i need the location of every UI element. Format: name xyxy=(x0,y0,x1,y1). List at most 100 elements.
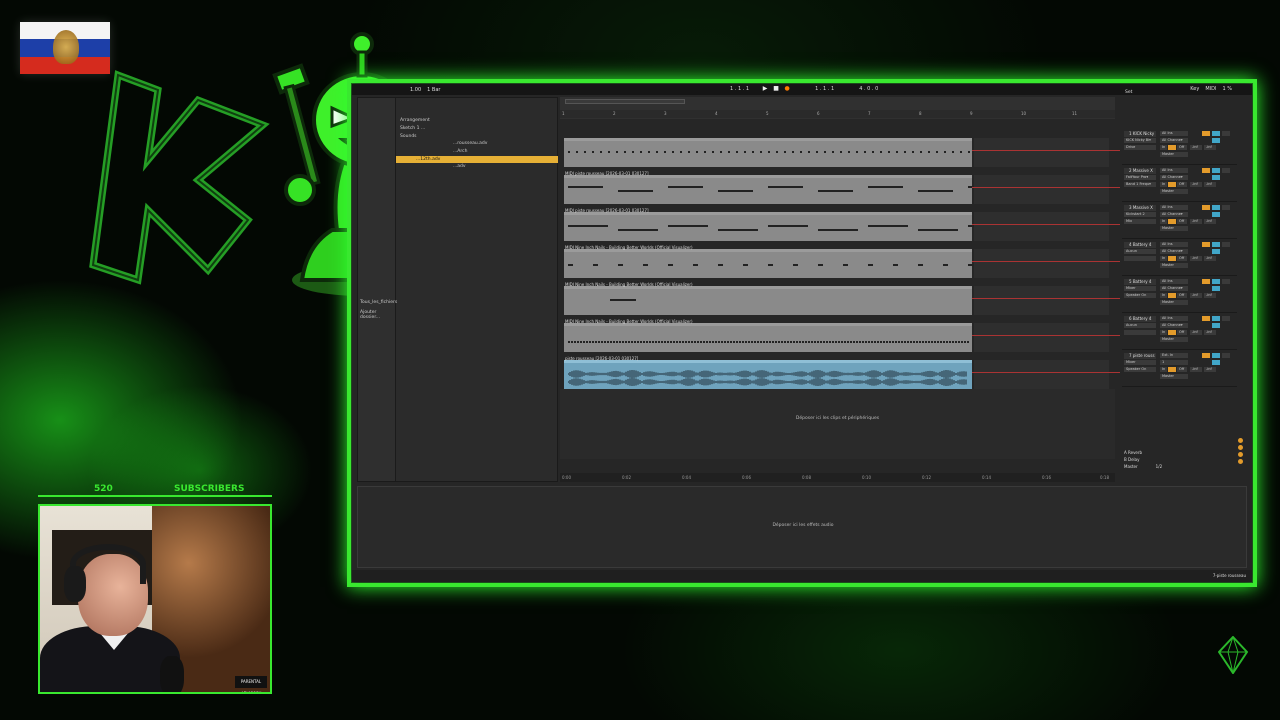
solo-button[interactable] xyxy=(1212,316,1220,321)
track-name-header[interactable]: 4 Battery 4 xyxy=(1124,242,1156,248)
param-select[interactable]: Speaker On xyxy=(1124,293,1156,298)
play-icon[interactable]: ▶ xyxy=(762,86,768,92)
output-select[interactable]: Master xyxy=(1160,337,1188,342)
monitor-in[interactable]: In xyxy=(1160,330,1167,335)
return-track-a[interactable]: A Reverb xyxy=(1124,450,1142,456)
empty-lane[interactable] xyxy=(974,212,1109,241)
input-type-select[interactable]: Ext. In xyxy=(1160,353,1188,358)
midi-clip[interactable] xyxy=(564,249,973,278)
arm-button[interactable] xyxy=(1222,353,1230,358)
monitor-off[interactable]: Off xyxy=(1177,256,1187,261)
arm-button[interactable] xyxy=(1222,168,1230,173)
record-icon[interactable]: ● xyxy=(784,86,790,92)
loop-length[interactable]: 4 . 0 . 0 xyxy=(859,86,878,92)
mixer-track-row[interactable]: 4 Battery 4 All Ins Aucun All Channe▾ In Off M… xyxy=(1122,241,1237,276)
volume-readout[interactable]: -inf xyxy=(1190,256,1202,261)
track-name-header[interactable]: 1 KICK Nicky xyxy=(1124,131,1156,137)
volume-readout[interactable]: -inf xyxy=(1190,219,1202,224)
empty-lane[interactable] xyxy=(974,175,1109,204)
midi-clip[interactable] xyxy=(564,138,972,167)
monitor-in[interactable]: In xyxy=(1160,145,1167,150)
empty-lane[interactable] xyxy=(974,323,1109,352)
input-type-select[interactable]: All Ins xyxy=(1160,242,1188,247)
browser-place-all-files[interactable]: Tous_les_fichiers xyxy=(360,300,397,305)
input-channel-select[interactable]: 1 xyxy=(1160,360,1188,365)
toggle-dot[interactable] xyxy=(1238,452,1243,457)
volume-readout[interactable]: -inf xyxy=(1190,182,1202,187)
mixer-track-row[interactable]: 7 piste rouss Ext. In Mixer 1 Speaker On In Of… xyxy=(1122,352,1237,387)
empty-lane[interactable] xyxy=(974,138,1109,167)
midi-track-lane[interactable]: MIDI piste rousseau [2026-03-01 030127] xyxy=(564,208,1120,241)
song-position[interactable]: 1 . 1 . 1 xyxy=(730,86,749,92)
monitor-in[interactable]: In xyxy=(1160,293,1167,298)
pan-readout[interactable]: -inf xyxy=(1204,145,1216,150)
midi-track-lane[interactable]: MIDI Nine Inch Nails - Building Better W… xyxy=(564,282,1120,315)
monitor-button[interactable] xyxy=(1212,212,1220,217)
param-select[interactable]: Mix xyxy=(1124,219,1156,224)
monitor-button[interactable] xyxy=(1212,286,1220,291)
param-select[interactable] xyxy=(1124,330,1156,335)
monitor-in[interactable]: In xyxy=(1160,256,1167,261)
device-param-select[interactable]: Aucun xyxy=(1124,323,1156,328)
track-activator-button[interactable] xyxy=(1202,205,1210,210)
midi-clip[interactable] xyxy=(564,323,972,352)
audio-clip[interactable] xyxy=(564,360,972,389)
monitor-auto-toggle[interactable] xyxy=(1168,219,1176,224)
arm-button[interactable] xyxy=(1222,131,1230,136)
arm-button[interactable] xyxy=(1222,279,1230,284)
monitor-off[interactable]: Off xyxy=(1177,293,1187,298)
monitor-in[interactable]: In xyxy=(1160,182,1167,187)
browser-item[interactable]: Sounds xyxy=(400,134,417,139)
stop-icon[interactable]: ■ xyxy=(773,86,779,92)
mixer-track-row[interactable]: 5 Battery 4 All Ins Mixer All Channe▾ Speake… xyxy=(1122,278,1237,313)
mixer-track-row[interactable]: 2 Massive X All Ins FaitYour Pro▾ All Chann… xyxy=(1122,167,1237,202)
device-view[interactable]: Déposer ici les effets audio xyxy=(357,486,1247,568)
track-activator-button[interactable] xyxy=(1202,353,1210,358)
solo-button[interactable] xyxy=(1212,168,1220,173)
monitor-button[interactable] xyxy=(1212,249,1220,254)
pan-readout[interactable]: -inf xyxy=(1204,256,1216,261)
monitor-auto-toggle[interactable] xyxy=(1168,330,1176,335)
param-select[interactable]: Band 1 Frequ▾ xyxy=(1124,182,1156,187)
solo-button[interactable] xyxy=(1212,242,1220,247)
input-type-select[interactable]: All Ins xyxy=(1160,168,1188,173)
solo-button[interactable] xyxy=(1212,279,1220,284)
device-param-select[interactable]: Aucun xyxy=(1124,249,1156,254)
midi-track-lane[interactable]: MIDI Nine Inch Nails - Building Better W… xyxy=(564,319,1120,352)
volume-readout[interactable]: -inf xyxy=(1190,367,1202,372)
volume-readout[interactable]: -inf xyxy=(1190,293,1202,298)
tempo-field[interactable]: 1.00 xyxy=(410,87,421,93)
input-channel-select[interactable]: All Channe▾ xyxy=(1160,175,1188,180)
track-activator-button[interactable] xyxy=(1202,316,1210,321)
device-param-select[interactable]: Mixer xyxy=(1124,286,1156,291)
output-select[interactable]: Master xyxy=(1160,226,1188,231)
mixer-track-row[interactable]: 3 Massive X All Ins Kickstart 2 All Channe▾… xyxy=(1122,204,1237,239)
track-name-header[interactable]: 5 Battery 4 xyxy=(1124,279,1156,285)
input-channel-select[interactable]: All Channe▾ xyxy=(1160,323,1188,328)
overview-viewport[interactable] xyxy=(565,99,685,104)
toggle-dot[interactable] xyxy=(1238,438,1243,443)
audio-track-lane[interactable]: piste rousseau [2026-03-01 030127] xyxy=(564,356,1120,389)
input-channel-select[interactable]: All Channe▾ xyxy=(1160,212,1188,217)
browser-item-selected[interactable]: ...12th.adv xyxy=(396,156,558,163)
monitor-button[interactable] xyxy=(1212,138,1220,143)
midi-track-lane[interactable]: MIDI piste rousseau [2026-03-01 030127] xyxy=(564,171,1120,204)
arm-button[interactable] xyxy=(1222,316,1230,321)
time-ruler[interactable]: 0:00 0:02 0:04 0:06 0:08 0:10 0:12 0:14 … xyxy=(560,473,1115,482)
midi-clip[interactable] xyxy=(564,286,972,315)
monitor-button[interactable] xyxy=(1212,323,1220,328)
return-track-b[interactable]: B Delay xyxy=(1124,457,1140,463)
midi-map-button[interactable]: MIDI xyxy=(1205,86,1216,92)
device-param-select[interactable]: Mixer xyxy=(1124,360,1156,365)
master-track[interactable]: Master 1/2 xyxy=(1124,464,1162,470)
midi-clip[interactable] xyxy=(564,212,1008,241)
mixer-track-row[interactable]: 6 Battery 4 All Ins Aucun All Channe▾ In Off M… xyxy=(1122,315,1237,350)
monitor-off[interactable]: Off xyxy=(1177,330,1187,335)
input-type-select[interactable]: All Ins xyxy=(1160,131,1188,136)
pan-readout[interactable]: -inf xyxy=(1204,330,1216,335)
input-channel-select[interactable]: All Channe▾ xyxy=(1160,138,1188,143)
browser-item[interactable]: Arrangement xyxy=(400,118,430,123)
device-param-select[interactable]: KICK Nicky Bi▾ xyxy=(1124,138,1156,143)
midi-track-lane[interactable] xyxy=(564,134,1120,167)
track-name-header[interactable]: 2 Massive X xyxy=(1124,168,1156,174)
